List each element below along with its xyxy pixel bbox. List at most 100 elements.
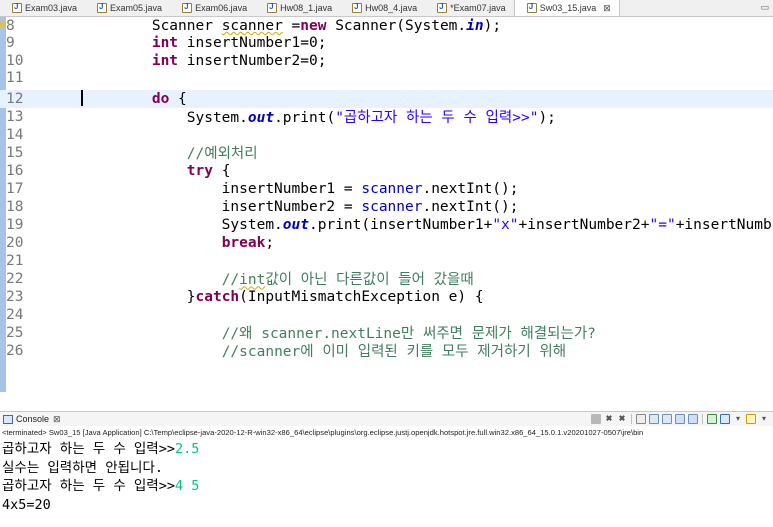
code-text: //예외처리 bbox=[186, 146, 258, 163]
line-number: 24 bbox=[6, 306, 24, 323]
line-number: 20 bbox=[6, 234, 24, 251]
close-icon[interactable]: ⊠ bbox=[603, 3, 611, 14]
code-line[interactable]: 8 Scanner scanner =new Scanner(System.in… bbox=[0, 17, 773, 35]
console-line: 곱하고자 하는 두 수 입력>>4 5 bbox=[2, 477, 773, 496]
console-prompt-text: 4x5=20 bbox=[2, 496, 51, 513]
code-text: int insertNumber2=0; bbox=[151, 52, 327, 69]
code-text: try { bbox=[186, 162, 231, 179]
code-text: //scanner에 이미 입력된 키를 모두 제거하기 위해 bbox=[221, 344, 567, 361]
chevron-down-icon[interactable]: ▾ bbox=[759, 414, 769, 424]
console-line: 곱하고자 하는 두 수 입력>>2.5 bbox=[2, 440, 773, 459]
code-line[interactable]: 13 System.out.print("곱하고자 하는 두 수 입력>>"); bbox=[0, 108, 773, 127]
code-line[interactable]: 19 System.out.print(insertNumber1+"x"+in… bbox=[0, 216, 773, 234]
code-line[interactable]: 16 try { bbox=[0, 162, 773, 180]
line-number: 26 bbox=[6, 342, 24, 359]
line-number: 12 bbox=[6, 90, 24, 107]
line-number: 11 bbox=[6, 70, 24, 87]
java-file-icon bbox=[182, 2, 193, 13]
java-file-icon bbox=[12, 2, 22, 13]
toolbar-separator bbox=[702, 414, 703, 424]
code-line[interactable]: 10 int insertNumber2=0; bbox=[0, 52, 773, 70]
tab-label: Hw08_1.java bbox=[280, 3, 333, 13]
tab-exam05[interactable]: Exam05.java bbox=[85, 0, 170, 16]
tab-exam03[interactable]: Exam03.java bbox=[0, 0, 85, 16]
java-file-icon bbox=[437, 2, 448, 13]
tab-label: Exam03.java bbox=[25, 3, 78, 13]
tab-hw08-4[interactable]: Hw08_4.java bbox=[340, 0, 425, 16]
code-text: int insertNumber1=0; bbox=[151, 35, 327, 52]
console-toolbar: ✖ ✖ ▾ ▾ bbox=[591, 414, 769, 424]
tab-sw03-15[interactable]: Sw03_15.java ⊠ bbox=[513, 0, 620, 16]
remove-launch-icon[interactable]: ✖ bbox=[604, 414, 614, 424]
minimize-icon[interactable]: ▭ bbox=[756, 0, 773, 16]
line-number: 21 bbox=[6, 252, 24, 269]
code-line[interactable]: 9 int insertNumber1=0; bbox=[0, 35, 773, 53]
tab-label: *Exam07.java bbox=[450, 3, 506, 13]
show-stdout-icon[interactable] bbox=[675, 414, 685, 424]
code-text: //int값이 아닌 다른값이 들어 갔을때 bbox=[221, 272, 474, 289]
code-text: insertNumber2 = scanner.nextInt(); bbox=[82, 198, 519, 215]
pin-console-icon[interactable] bbox=[707, 414, 717, 424]
scroll-lock-icon[interactable] bbox=[649, 414, 659, 424]
line-number: 19 bbox=[6, 216, 24, 233]
console-line: 실수는 입력하면 안됩니다. bbox=[2, 459, 773, 478]
line-number: 22 bbox=[6, 270, 24, 287]
tab-exam06[interactable]: Exam06.java bbox=[170, 0, 255, 16]
tab-label: Sw03_15.java bbox=[539, 3, 597, 13]
line-number: 8 bbox=[6, 17, 15, 34]
terminate-icon[interactable] bbox=[591, 414, 601, 424]
console-output[interactable]: 곱하고자 하는 두 수 입력>>2.5 실수는 입력하면 안됩니다. 곱하고자 … bbox=[0, 440, 773, 527]
line-number: 23 bbox=[6, 288, 24, 305]
code-line[interactable]: 20 break; bbox=[0, 234, 773, 252]
code-text: Scanner scanner =new Scanner(System.in); bbox=[82, 17, 502, 34]
code-line[interactable]: 22 //int값이 아닌 다른값이 들어 갔을때 bbox=[0, 270, 773, 289]
java-file-icon bbox=[352, 2, 363, 13]
code-line[interactable]: 11 bbox=[0, 70, 773, 88]
code-line[interactable]: 17 insertNumber1 = scanner.nextInt(); bbox=[0, 180, 773, 198]
console-prompt-text: 곱하고자 하는 두 수 입력>> bbox=[2, 441, 175, 457]
tab-label: Exam05.java bbox=[110, 3, 163, 13]
code-text: insertNumber1 = scanner.nextInt(); bbox=[82, 180, 519, 197]
code-text: System.out.print("곱하고자 하는 두 수 입력>>"); bbox=[82, 110, 556, 127]
open-console-icon[interactable] bbox=[746, 414, 756, 424]
code-text: }catch(InputMismatchException e) { bbox=[82, 288, 484, 305]
code-text: System.out.print(insertNumber1+"x"+inser… bbox=[82, 216, 772, 233]
tab-exam07[interactable]: *Exam07.java bbox=[425, 0, 514, 16]
console-tab-label[interactable]: Console bbox=[16, 414, 49, 424]
remove-all-icon[interactable]: ✖ bbox=[617, 414, 627, 424]
code-editor[interactable]: 8 Scanner scanner =new Scanner(System.in… bbox=[0, 17, 773, 392]
chevron-down-icon[interactable]: ▾ bbox=[733, 414, 743, 424]
code-line[interactable]: 21 bbox=[0, 252, 773, 270]
toolbar-separator bbox=[631, 414, 632, 424]
code-line[interactable]: 25 //왜 scanner.nextLine만 써주면 문제가 해결되는가? bbox=[0, 324, 773, 343]
console-user-input: 4 5 bbox=[174, 478, 200, 494]
code-line[interactable]: 24 bbox=[0, 306, 773, 324]
java-file-icon bbox=[267, 2, 278, 13]
java-file-icon bbox=[97, 2, 108, 13]
line-number: 13 bbox=[6, 108, 24, 125]
clear-console-icon[interactable] bbox=[636, 414, 646, 424]
console-user-input: 2.5 bbox=[174, 441, 200, 457]
console-line: 4x5=20 bbox=[2, 496, 773, 515]
tab-hw08-1[interactable]: Hw08_1.java bbox=[255, 0, 340, 16]
console-process-status: <terminated> Sw03_15 [Java Application] … bbox=[2, 428, 644, 437]
line-number: 10 bbox=[6, 52, 24, 69]
code-line-current[interactable]: 12 do { bbox=[0, 90, 773, 108]
console-prompt-text: 실수는 입력하면 안됩니다. bbox=[2, 459, 164, 476]
word-wrap-icon[interactable] bbox=[662, 414, 672, 424]
console-prompt-text: 곱하고자 하는 두 수 입력>> bbox=[2, 478, 175, 494]
code-line[interactable]: 15 //예외처리 bbox=[0, 144, 773, 163]
code-line[interactable]: 18 insertNumber2 = scanner.nextInt(); bbox=[0, 198, 773, 216]
line-number: 18 bbox=[6, 198, 24, 215]
close-icon[interactable]: ⊠ bbox=[53, 414, 61, 425]
java-file-icon bbox=[526, 2, 537, 13]
code-line[interactable]: 26 //scanner에 이미 입력된 키를 모두 제거하기 위해 bbox=[0, 342, 773, 361]
display-console-icon[interactable] bbox=[720, 414, 730, 424]
console-icon bbox=[3, 414, 13, 424]
line-number: 9 bbox=[6, 35, 15, 52]
code-line[interactable]: 14 bbox=[0, 126, 773, 144]
editor-tab-bar: Exam03.java Exam05.java Exam06.java Hw08… bbox=[0, 0, 773, 17]
show-stderr-icon[interactable] bbox=[688, 414, 698, 424]
code-line[interactable]: 23 }catch(InputMismatchException e) { bbox=[0, 288, 773, 306]
tab-label: Exam06.java bbox=[195, 3, 248, 13]
